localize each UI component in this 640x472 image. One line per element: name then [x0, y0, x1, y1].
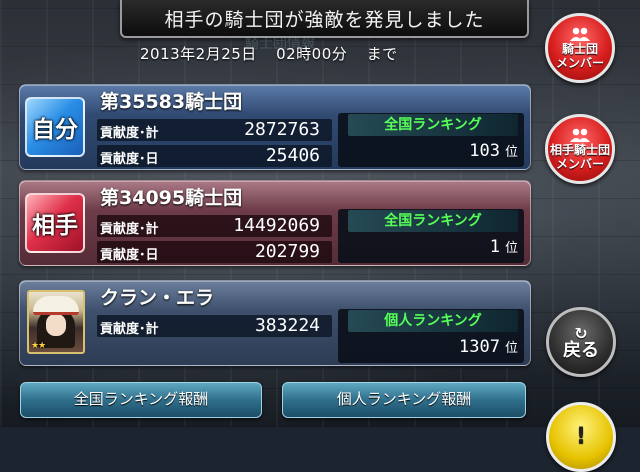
banner-text: 相手の騎士団が強敵を発見しました — [164, 8, 485, 31]
rival-total-label: 貢献度･計 — [100, 222, 159, 237]
rival-day-label: 貢献度･日 — [100, 248, 159, 263]
order-members-button[interactable]: 騎士団 メンバー — [545, 13, 615, 83]
personal-rank-value: 1307 — [459, 337, 500, 357]
rival-members-button[interactable]: 相手騎士団 メンバー — [545, 114, 615, 184]
self-total-value: 2872763 — [244, 119, 320, 140]
rival-rank-unit: 位 — [504, 241, 518, 256]
rival-badge: 相手 — [25, 193, 85, 253]
back-label: 戻る — [563, 340, 599, 361]
rival-order-panel: 相手 第34095騎士団 貢献度･計 14492069 貢献度･日 202799… — [19, 180, 531, 266]
self-rank-title: 全国ランキング — [348, 114, 518, 136]
personal-rank-box: 個人ランキング 1307 位 — [338, 309, 524, 363]
personal-ranking-reward-button[interactable]: 個人ランキング報酬 — [282, 382, 526, 418]
people-icon — [569, 128, 591, 143]
self-badge: 自分 — [25, 97, 85, 157]
self-rank-unit: 位 — [504, 145, 518, 160]
deadline: 2013年2月25日 02時00分 まで — [140, 43, 412, 64]
header-banner: 相手の騎士団が強敵を発見しました — [120, 0, 529, 38]
deadline-suffix: まで — [366, 45, 398, 63]
self-day-value: 25406 — [265, 145, 320, 166]
rival-day-value: 202799 — [254, 241, 320, 262]
self-day-row: 貢献度･日 25406 — [97, 145, 332, 167]
rival-total-row: 貢献度･計 14492069 — [97, 215, 332, 237]
personal-rank-title: 個人ランキング — [348, 310, 518, 332]
personal-total-value: 383224 — [254, 315, 320, 336]
portrait-face — [46, 314, 66, 336]
people-icon — [569, 27, 591, 42]
personal-total-row: 貢献度･計 383224 — [97, 315, 332, 337]
character-portrait[interactable]: ★★ — [27, 290, 85, 354]
rival-day-row: 貢献度･日 202799 — [97, 241, 332, 263]
self-total-row: 貢献度･計 2872763 — [97, 119, 332, 141]
rival-rank-box: 全国ランキング 1位 — [338, 209, 524, 263]
self-order-panel: 自分 第35583騎士団 貢献度･計 2872763 貢献度･日 25406 全… — [19, 84, 531, 170]
rival-rank-title: 全国ランキング — [348, 210, 518, 232]
self-total-label: 貢献度･計 — [100, 126, 159, 141]
back-button[interactable]: ↻ 戻る — [546, 307, 616, 377]
rival-order-name: 第34095騎士団 — [100, 187, 243, 209]
deadline-date: 2013年2月25日 — [140, 45, 257, 63]
personal-panel: ★★ クラン・エラ 貢献度･計 383224 個人ランキング 1307 位 — [19, 280, 531, 366]
notification-button[interactable]: ! — [546, 402, 616, 472]
rival-members-line2: メンバー — [555, 156, 604, 171]
self-rank: 103 位 — [469, 141, 518, 161]
player-name: クラン・エラ — [100, 287, 215, 309]
deadline-time: 02時00分 — [276, 45, 348, 63]
self-order-name: 第35583騎士団 — [100, 91, 243, 113]
rival-members-line1: 相手騎士団 — [549, 142, 610, 157]
rival-total-value: 14492069 — [233, 215, 320, 236]
self-rank-box: 全国ランキング 103 位 — [338, 113, 524, 167]
self-day-label: 貢献度･日 — [100, 152, 159, 167]
rival-rank: 1位 — [490, 237, 518, 257]
portrait-hat — [33, 296, 79, 315]
personal-total-label: 貢献度･計 — [100, 322, 159, 337]
exclamation-icon: ! — [575, 424, 587, 449]
self-rank-value: 103 — [469, 141, 500, 161]
personal-rank: 1307 位 — [459, 337, 518, 357]
rival-rank-value: 1 — [489, 237, 500, 257]
national-ranking-reward-button[interactable]: 全国ランキング報酬 — [20, 382, 262, 418]
order-members-line1: 騎士団 — [561, 41, 598, 56]
rarity-stars: ★★ — [31, 341, 46, 351]
personal-rank-unit: 位 — [504, 341, 518, 356]
order-members-line2: メンバー — [555, 55, 604, 70]
